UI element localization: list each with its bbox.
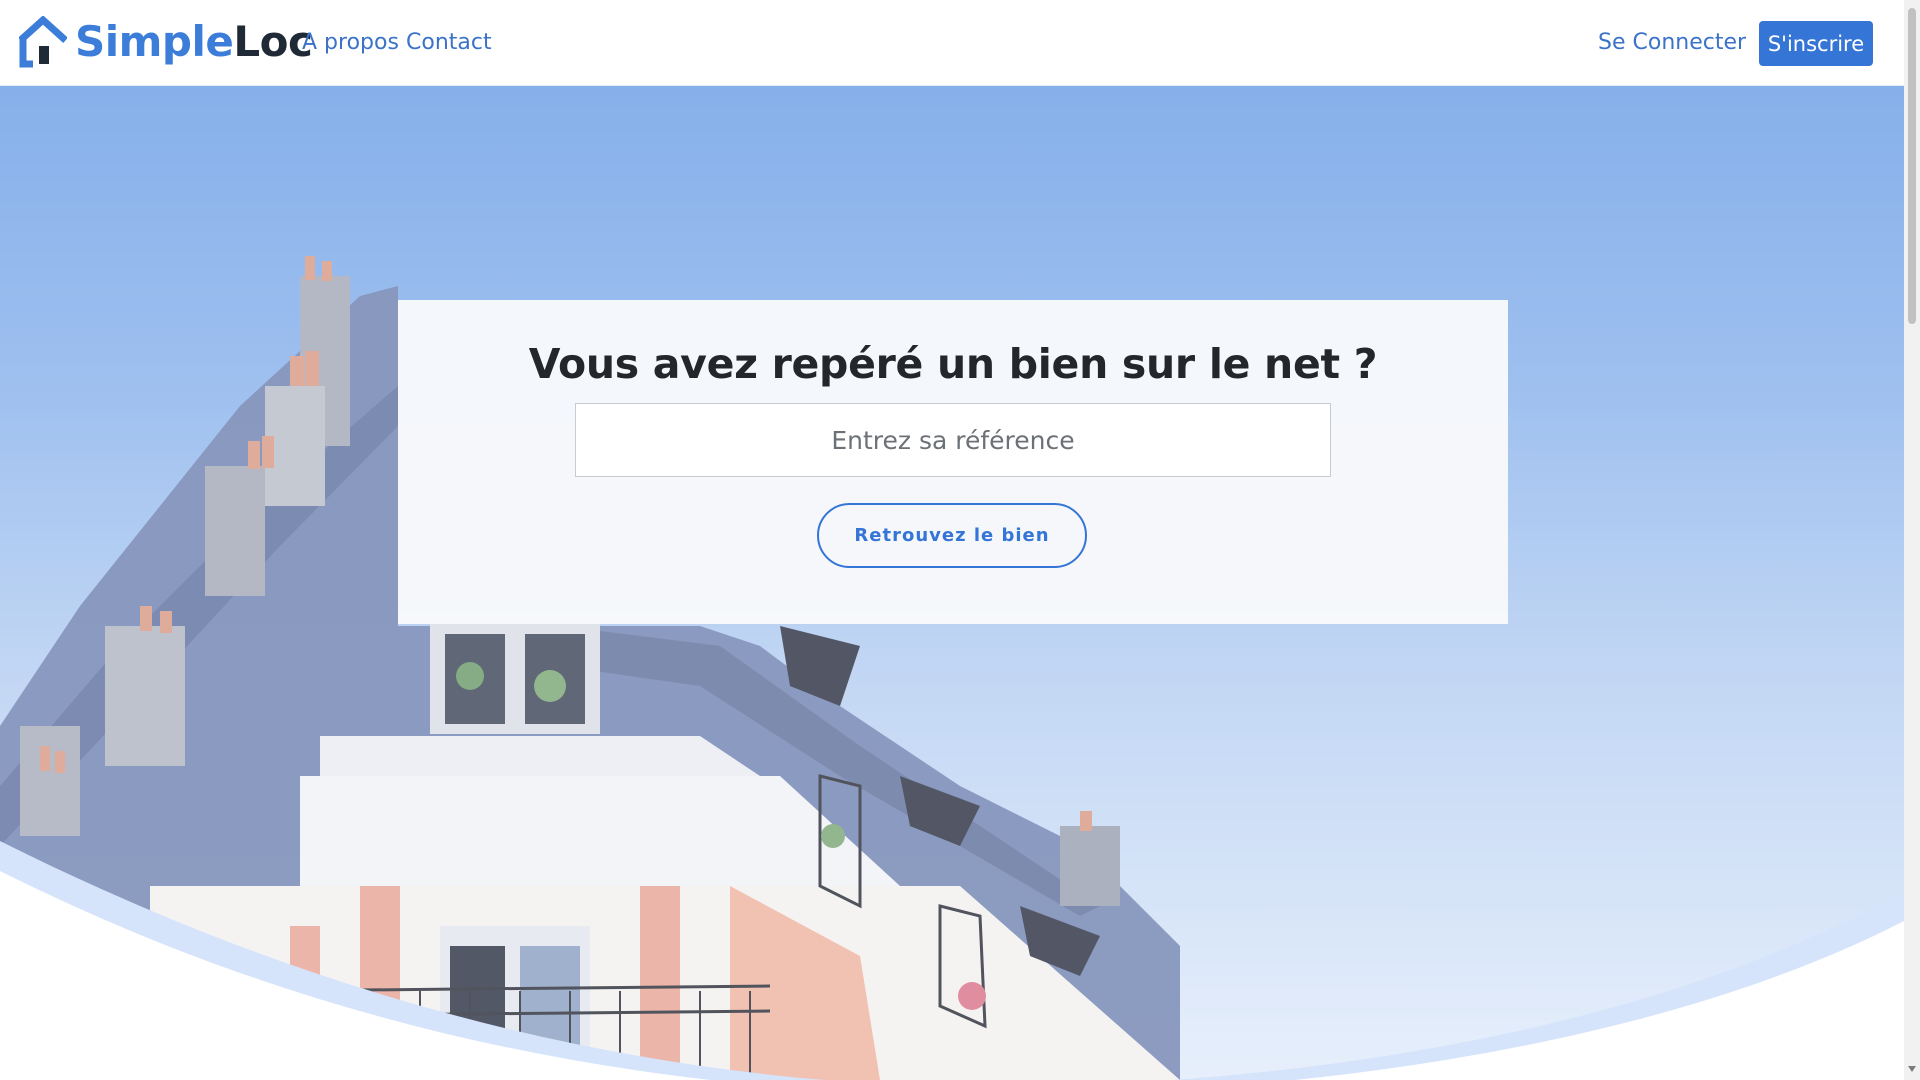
navbar: SimpleLoc A propos Contact Se Connecter … (0, 0, 1904, 86)
brand-name-part2: Loc (233, 17, 313, 66)
login-link[interactable]: Se Connecter (1598, 30, 1746, 56)
nav-link-contact[interactable]: Contact (406, 30, 492, 56)
brand-name-part1: Simple (75, 17, 234, 66)
search-title: Vous avez repéré un bien sur le net ? (528, 340, 1378, 388)
nav-link-apropos[interactable]: A propos (302, 30, 399, 56)
chevron-down-icon[interactable] (1908, 1066, 1916, 1072)
hero-section: Vous avez repéré un bien sur le net ? Re… (0, 86, 1904, 1080)
reference-search-input[interactable] (575, 403, 1331, 477)
search-card: Vous avez repéré un bien sur le net ? Re… (398, 300, 1508, 624)
brand-name: SimpleLoc (75, 21, 313, 63)
signup-button[interactable]: S'inscrire (1759, 21, 1873, 66)
house-icon (19, 16, 67, 68)
find-property-button[interactable]: Retrouvez le bien (817, 503, 1087, 568)
scrollbar-thumb[interactable] (1908, 8, 1916, 324)
page-scrollbar[interactable] (1904, 0, 1920, 1080)
brand-logo-link[interactable]: SimpleLoc (19, 12, 313, 72)
